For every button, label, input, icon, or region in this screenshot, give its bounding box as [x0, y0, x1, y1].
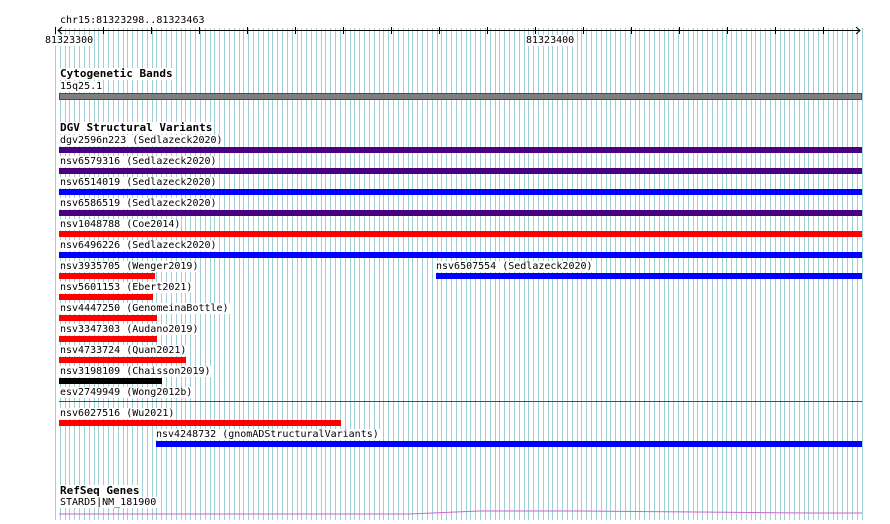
feature-label: dgv2596n223 (Sedlazeck2020) [59, 135, 224, 146]
feature-label: nsv4733724 (Quan2021) [59, 345, 188, 356]
ruler-tick-label-start: 81323300 [44, 35, 95, 46]
feature-bar-nsv3347303[interactable] [59, 336, 157, 342]
dgv-track-title: DGV Structural Variants [59, 121, 214, 134]
cytoband-track-title: Cytogenetic Bands [59, 67, 174, 80]
cytoband-band-label: 15q25.1 [59, 81, 104, 92]
feature-label: nsv4248732 (gnomADStructuralVariants) [155, 429, 380, 440]
feature-label: nsv6027516 (Wu2021) [59, 408, 176, 419]
feature-bar-nsv6507554[interactable] [436, 273, 862, 279]
ruler-tick-label-mid: 81323400 [525, 35, 576, 46]
feature-label: nsv6514019 (Sedlazeck2020) [59, 177, 218, 188]
feature-bar-nsv4248732[interactable] [156, 441, 862, 447]
feature-bar-nsv6586519[interactable] [59, 210, 862, 216]
feature-bar-nsv3935705[interactable] [59, 273, 155, 279]
feature-label: nsv6586519 (Sedlazeck2020) [59, 198, 218, 209]
gene-label: STARD5|NM_181900 [59, 497, 158, 508]
refseq-track-title: RefSeq Genes [59, 484, 141, 497]
feature-bar-dgv2596n223[interactable] [59, 147, 862, 153]
feature-label: nsv1048788 (Coe2014) [59, 219, 182, 230]
feature-label: nsv6507554 (Sedlazeck2020) [435, 261, 594, 272]
feature-label: nsv6579316 (Sedlazeck2020) [59, 156, 218, 167]
feature-label: nsv3935705 (Wenger2019) [59, 261, 200, 272]
feature-bar-nsv6027516[interactable] [59, 420, 341, 426]
gene-stard5-line [59, 510, 862, 515]
gene-stard5[interactable] [59, 508, 862, 516]
feature-bar-nsv3198109[interactable] [59, 378, 162, 384]
cytoband-band-15q25-1[interactable] [59, 93, 862, 100]
feature-bar-nsv1048788[interactable] [59, 231, 862, 237]
feature-bar-nsv6579316[interactable] [59, 168, 862, 174]
feature-bar-esv2749949[interactable] [59, 401, 862, 402]
feature-bar-nsv4447250[interactable] [59, 315, 157, 321]
feature-label: nsv5601153 (Ebert2021) [59, 282, 194, 293]
location-label: chr15:81323298..81323463 [59, 15, 206, 26]
feature-label: nsv4447250 (GenomeinaBottle) [59, 303, 230, 314]
feature-label: nsv6496226 (Sedlazeck2020) [59, 240, 218, 251]
feature-label: esv2749949 (Wong2012b) [59, 387, 194, 398]
feature-bar-nsv4733724[interactable] [59, 357, 186, 363]
feature-bar-nsv5601153[interactable] [59, 294, 153, 300]
feature-bar-nsv6514019[interactable] [59, 189, 862, 195]
feature-label: nsv3198109 (Chaisson2019) [59, 366, 212, 377]
feature-bar-nsv6496226[interactable] [59, 252, 862, 258]
feature-label: nsv3347303 (Audano2019) [59, 324, 200, 335]
